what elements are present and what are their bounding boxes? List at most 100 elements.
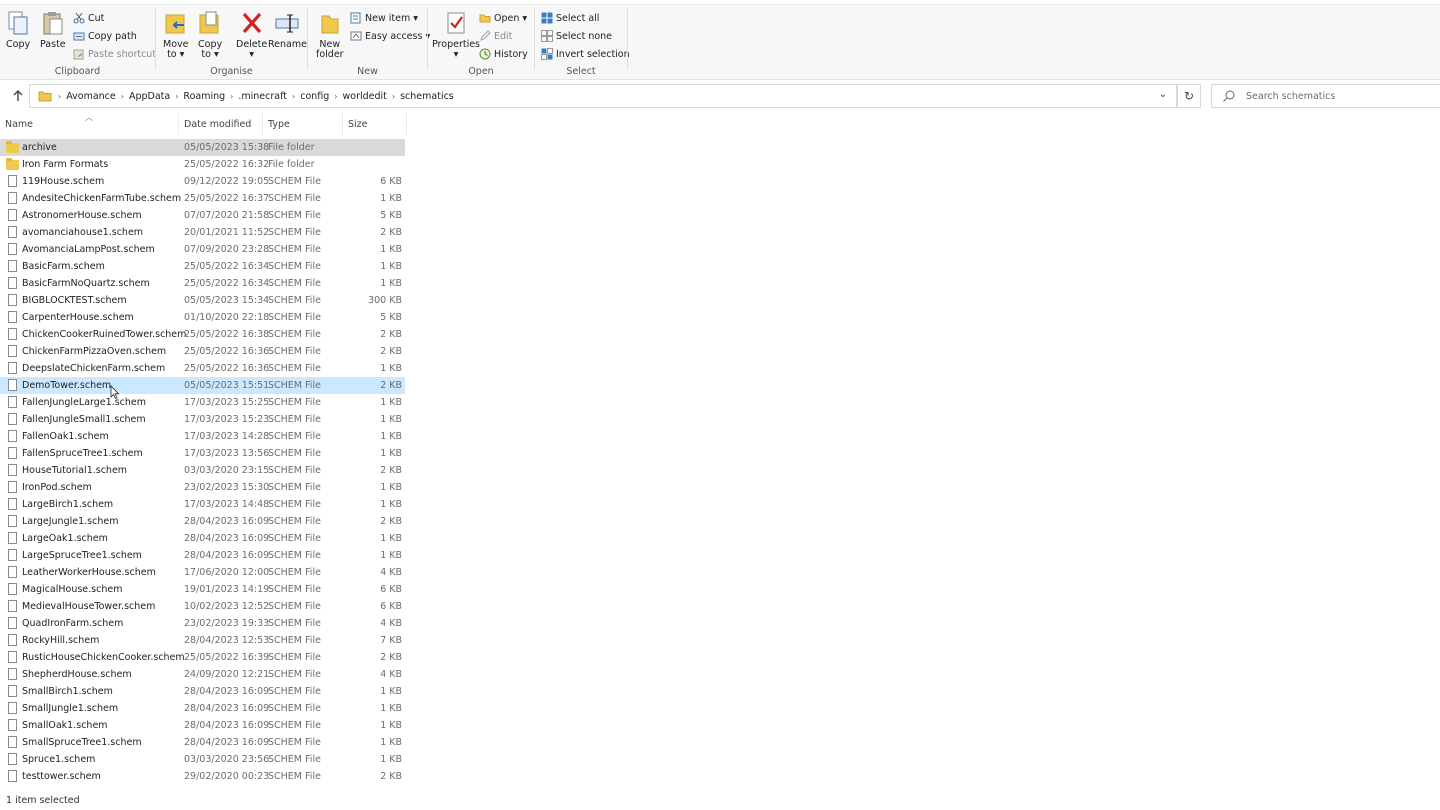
file-row[interactable]: IronPod.schem 23/02/2023 15:30 SCHEM File 1… xyxy=(0,479,405,496)
file-row[interactable]: LargeSpruceTree1.schem 28/04/2023 16:09 SC… xyxy=(0,547,405,564)
breadcrumb-item[interactable]: AppData xyxy=(126,91,173,102)
file-row[interactable]: AndesiteChickenFarmTube.schem 25/05/2022 … xyxy=(0,190,405,207)
file-name: AstronomerHouse.schem xyxy=(22,210,142,221)
file-row[interactable]: FallenJungleSmall1.schem 17/03/2023 15:23… xyxy=(0,411,405,428)
breadcrumb-separator[interactable]: › xyxy=(332,92,339,101)
invert-selection-button[interactable]: Invert selection xyxy=(541,46,630,62)
column-header-name[interactable]: Name xyxy=(0,113,179,135)
file-row[interactable]: LargeJungle1.schem 28/04/2023 16:09 SCHEM … xyxy=(0,513,405,530)
file-row[interactable]: HouseTutorial1.schem 03/03/2020 23:15 SCHE… xyxy=(0,462,405,479)
file-row[interactable]: QuadIronFarm.schem 23/02/2023 19:33 SCHEM … xyxy=(0,615,405,632)
file-size: 1 KB xyxy=(380,363,402,374)
open-button[interactable]: Open ▾ xyxy=(479,10,527,26)
file-row[interactable]: Spruce1.schem 03/03/2020 23:56 SCHEM File 1… xyxy=(0,751,405,768)
breadcrumb-separator[interactable]: › xyxy=(390,92,397,101)
file-row[interactable]: testtower.schem 29/02/2020 00:23 SCHEM Fil… xyxy=(0,768,405,785)
edit-button[interactable]: Edit xyxy=(479,28,512,44)
folder-row[interactable]: archive 05/05/2023 15:38 File folder xyxy=(0,139,405,156)
file-type: SCHEM File xyxy=(268,414,321,425)
breadcrumb-separator[interactable]: › xyxy=(290,92,297,101)
file-row[interactable]: LargeBirch1.schem 17/03/2023 14:48 SCHEM F… xyxy=(0,496,405,513)
breadcrumb-separator[interactable]: › xyxy=(119,92,126,101)
breadcrumb-item[interactable]: .minecraft xyxy=(235,91,290,102)
file-date-modified: 25/05/2022 16:39 xyxy=(184,652,270,663)
address-bar[interactable]: › Avomance › AppData › Roaming › .minecraft › co… xyxy=(29,84,1177,108)
easy-access-button[interactable]: Easy access ▾ xyxy=(350,28,430,44)
file-row[interactable]: ChickenCookerRuinedTower.schem 25/05/2022… xyxy=(0,326,405,343)
paste-shortcut-icon xyxy=(73,48,85,60)
file-row[interactable]: RockyHill.schem 28/04/2023 12:53 SCHEM Fil… xyxy=(0,632,405,649)
file-row[interactable]: DemoTower.schem 05/05/2023 15:51 SCHEM Fil… xyxy=(0,377,405,394)
breadcrumb-item[interactable]: schematics xyxy=(397,91,457,102)
file-icon xyxy=(8,770,18,783)
refresh-button[interactable]: ↻ xyxy=(1177,84,1201,108)
file-row[interactable]: ChickenFarmPizzaOven.schem 25/05/2022 16:… xyxy=(0,343,405,360)
new-item-icon xyxy=(350,12,362,24)
file-row[interactable]: SmallBirch1.schem 28/04/2023 16:09 SCHEM F… xyxy=(0,683,405,700)
copy-path-icon xyxy=(73,30,85,42)
column-header-type[interactable]: Type xyxy=(263,113,343,135)
file-date-modified: 28/04/2023 16:09 xyxy=(184,703,270,714)
file-size: 1 KB xyxy=(380,550,402,561)
select-none-button[interactable]: Select none xyxy=(541,28,612,44)
file-row[interactable]: BIGBLOCKTEST.schem 05/05/2023 15:34 SCHEM … xyxy=(0,292,405,309)
paste-shortcut-button[interactable]: Paste shortcut xyxy=(73,46,156,62)
folder-row[interactable]: Iron Farm Formats 25/05/2022 16:32 File fo… xyxy=(0,156,405,173)
breadcrumb-separator[interactable]: › xyxy=(228,92,235,101)
file-row[interactable]: avomanciahouse1.schem 20/01/2021 11:52 SCH… xyxy=(0,224,405,241)
copy-button[interactable]: Copy xyxy=(6,10,30,50)
history-button[interactable]: History xyxy=(479,46,528,62)
file-row[interactable]: BasicFarm.schem 25/05/2022 16:34 SCHEM Fil… xyxy=(0,258,405,275)
file-size: 1 KB xyxy=(380,720,402,731)
copy-to-button[interactable]: Copy to ▾ xyxy=(198,10,222,60)
paste-button[interactable]: Paste xyxy=(40,10,66,50)
file-row[interactable]: AvomanciaLampPost.schem 07/09/2020 23:28 S… xyxy=(0,241,405,258)
search-input[interactable] xyxy=(1246,90,1436,102)
file-row[interactable]: 119House.schem 09/12/2022 19:05 SCHEM File… xyxy=(0,173,405,190)
select-all-button[interactable]: Select all xyxy=(541,10,599,26)
breadcrumb-item[interactable]: Roaming xyxy=(180,91,228,102)
file-row[interactable]: DeepslateChickenFarm.schem 25/05/2022 16:… xyxy=(0,360,405,377)
breadcrumb-item[interactable]: Avomance xyxy=(63,91,119,102)
new-folder-button[interactable]: New folder xyxy=(316,10,344,60)
file-row[interactable]: ShepherdHouse.schem 24/09/2020 12:21 SCHEM… xyxy=(0,666,405,683)
file-icon xyxy=(8,736,18,749)
address-history-dropdown[interactable]: ⌄ xyxy=(1156,89,1170,103)
file-icon xyxy=(8,277,18,290)
file-row[interactable]: FallenJungleLarge1.schem 17/03/2023 15:25… xyxy=(0,394,405,411)
file-date-modified: 23/02/2023 15:30 xyxy=(184,482,270,493)
file-size: 4 KB xyxy=(380,618,402,629)
breadcrumb-item[interactable]: worldedit xyxy=(340,91,390,102)
file-row[interactable]: FallenSpruceTree1.schem 17/03/2023 13:56 S… xyxy=(0,445,405,462)
select-none-label: Select none xyxy=(556,30,613,42)
copy-path-button[interactable]: Copy path xyxy=(73,28,137,44)
properties-icon xyxy=(444,10,468,36)
file-row[interactable]: SmallJungle1.schem 28/04/2023 16:09 SCHEM … xyxy=(0,700,405,717)
new-item-button[interactable]: New item ▾ xyxy=(350,10,418,26)
properties-button[interactable]: Properties ▾ xyxy=(432,10,480,60)
file-row[interactable]: MedievalHouseTower.schem 10/02/2023 12:52… xyxy=(0,598,405,615)
file-row[interactable]: SmallSpruceTree1.schem 28/04/2023 16:09 SC… xyxy=(0,734,405,751)
column-header-size[interactable]: Size xyxy=(343,113,407,135)
breadcrumb-item[interactable]: config xyxy=(297,91,332,102)
file-row[interactable]: FallenOak1.schem 17/03/2023 14:28 SCHEM Fi… xyxy=(0,428,405,445)
file-icon xyxy=(8,464,18,477)
rename-button[interactable]: Rename xyxy=(268,10,307,50)
file-row[interactable]: LargeOak1.schem 28/04/2023 16:09 SCHEM Fil… xyxy=(0,530,405,547)
file-row[interactable]: CarpenterHouse.schem 01/10/2020 22:18 SCHE… xyxy=(0,309,405,326)
file-type: SCHEM File xyxy=(268,397,321,408)
breadcrumb-separator[interactable]: › xyxy=(173,92,180,101)
delete-button[interactable]: Delete ▾ xyxy=(236,10,267,60)
file-row[interactable]: MagicalHouse.schem 19/01/2023 14:19 SCHEM … xyxy=(0,581,405,598)
column-header-date-modified[interactable]: Date modified xyxy=(179,113,263,135)
file-row[interactable]: RusticHouseChickenCooker.schem 25/05/2022… xyxy=(0,649,405,666)
file-row[interactable]: BasicFarmNoQuartz.schem 25/05/2022 16:34 S… xyxy=(0,275,405,292)
cut-button[interactable]: Cut xyxy=(73,10,104,26)
file-row[interactable]: AstronomerHouse.schem 07/07/2020 21:58 SCH… xyxy=(0,207,405,224)
file-row[interactable]: SmallOak1.schem 28/04/2023 16:09 SCHEM Fil… xyxy=(0,717,405,734)
file-row[interactable]: LeatherWorkerHouse.schem 17/06/2020 12:00… xyxy=(0,564,405,581)
file-date-modified: 05/05/2023 15:51 xyxy=(184,380,270,391)
file-size: 5 KB xyxy=(380,210,402,221)
move-to-button[interactable]: Move to ▾ xyxy=(163,10,188,60)
up-arrow-icon[interactable] xyxy=(10,88,26,104)
